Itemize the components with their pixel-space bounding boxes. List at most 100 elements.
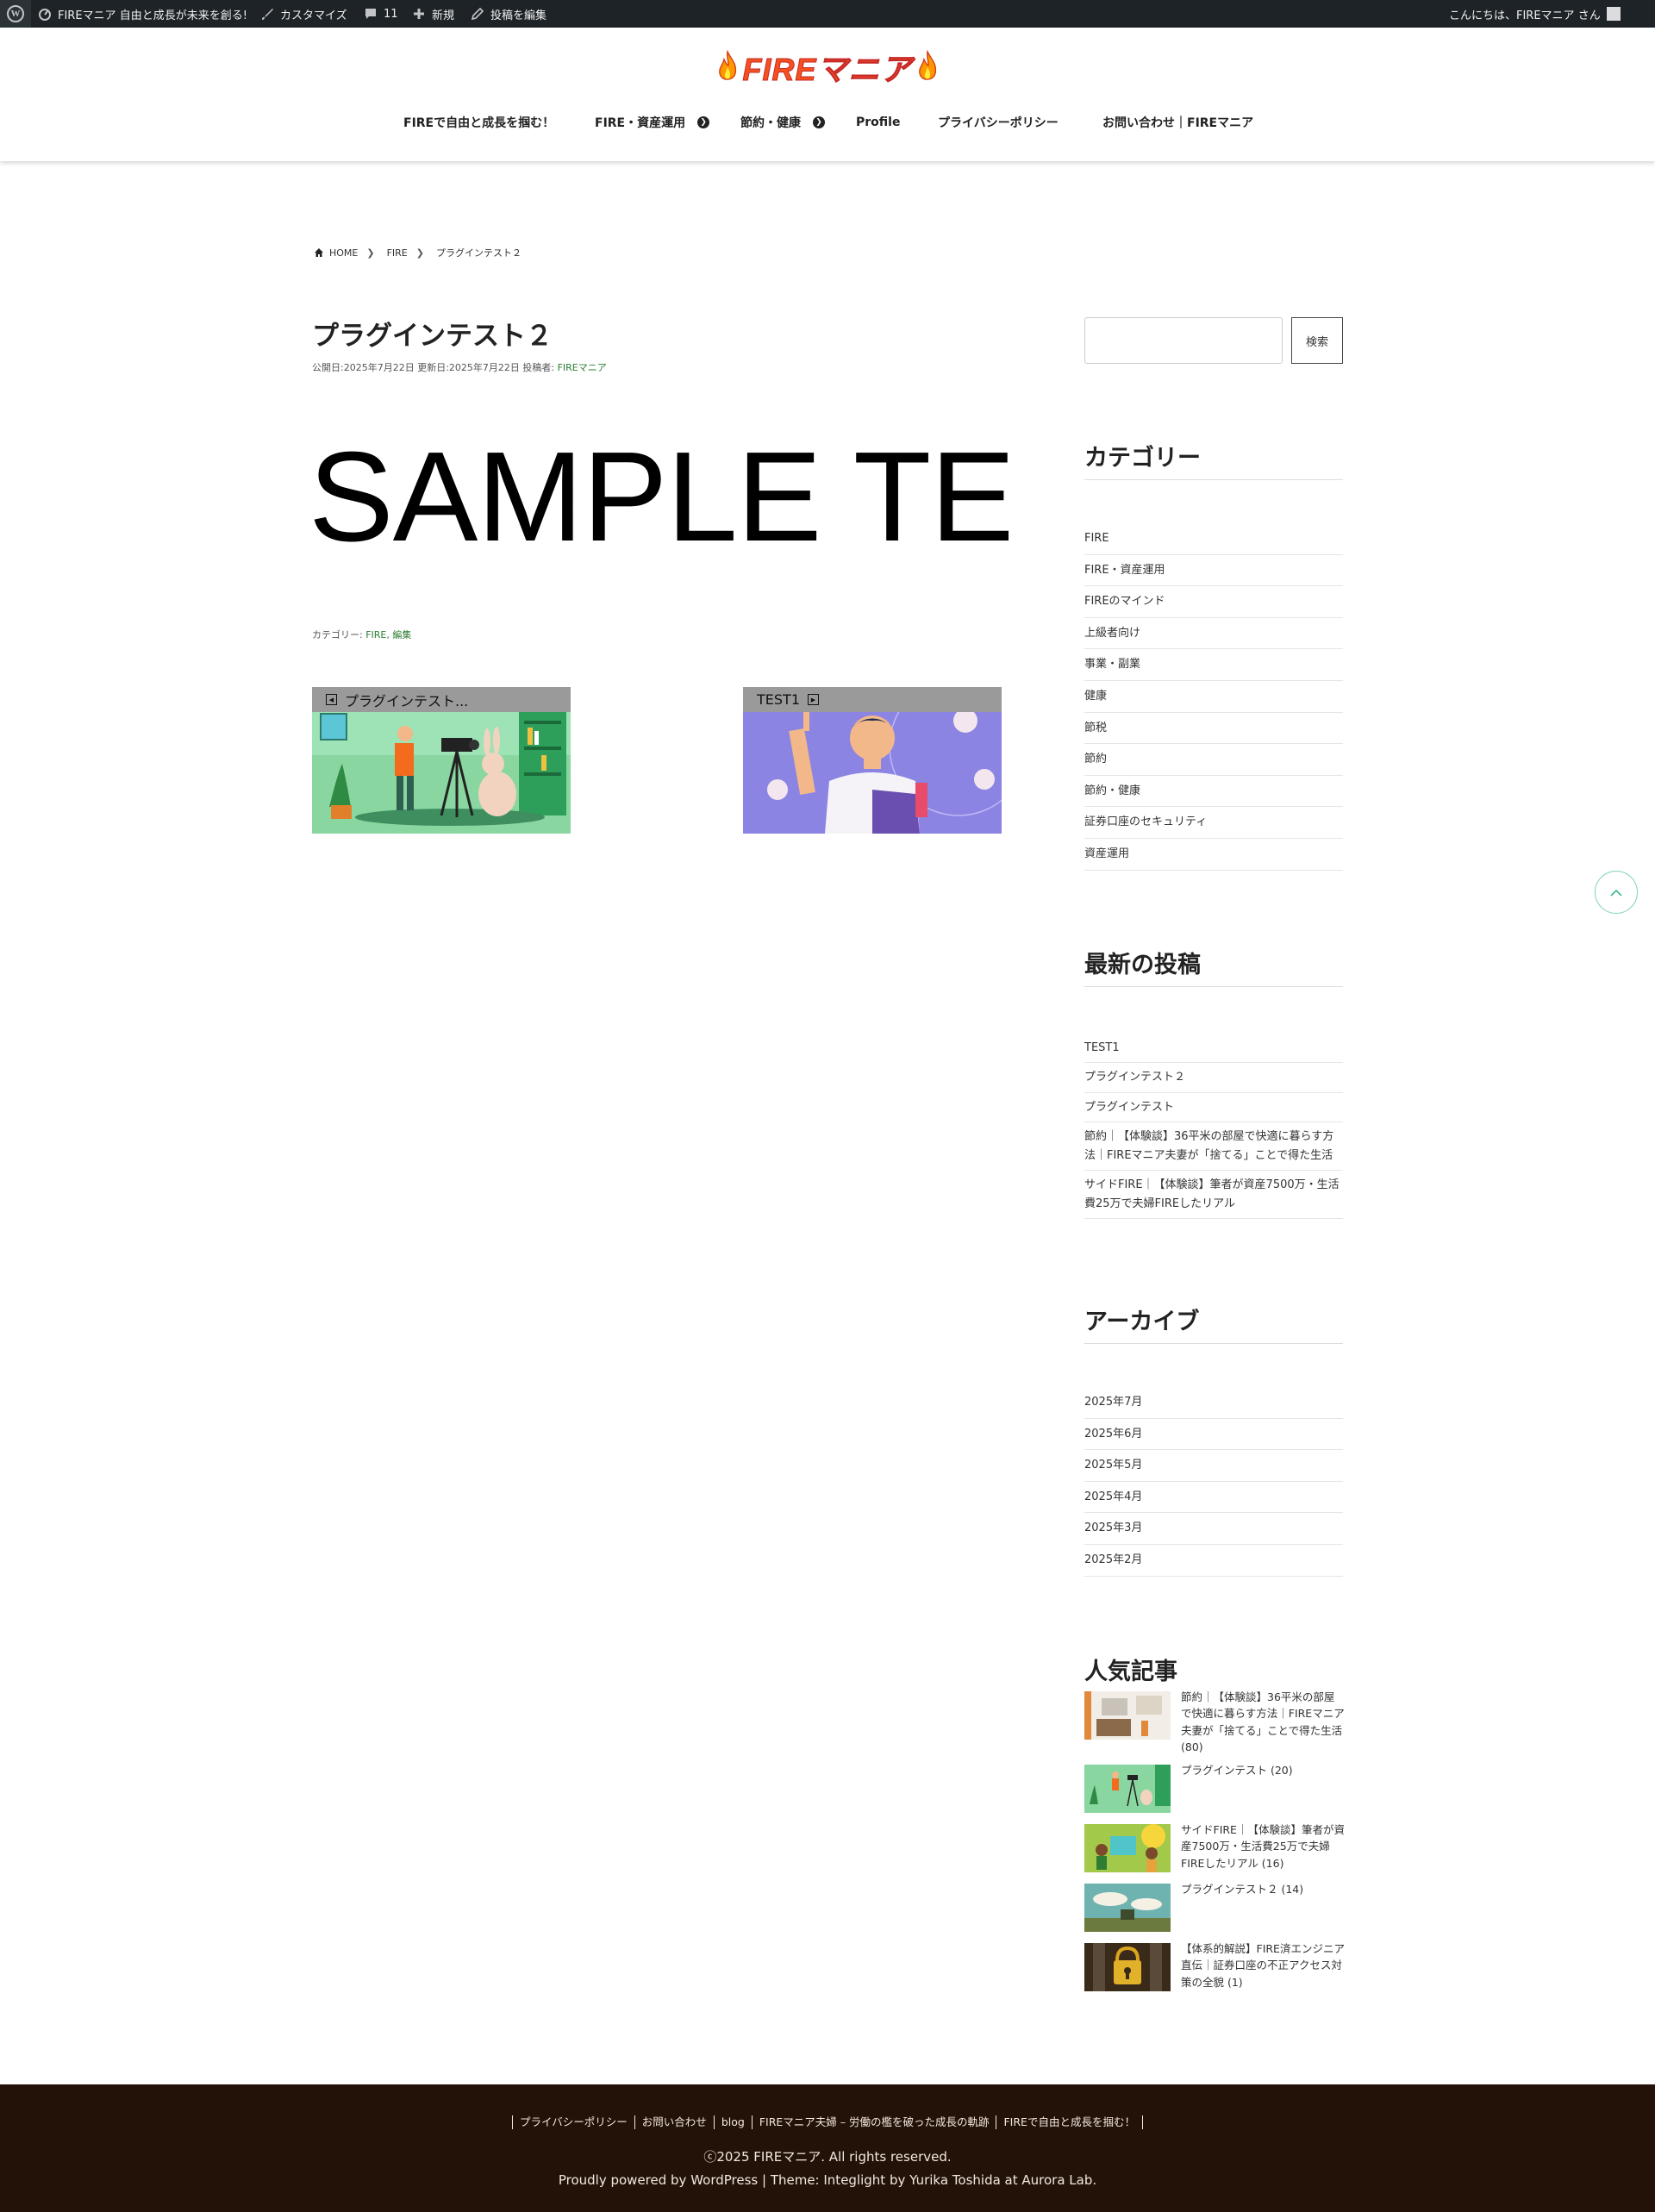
category-item[interactable]: 節約 bbox=[1084, 744, 1343, 776]
popular-post-item[interactable]: プラグインテスト２ (14) bbox=[1084, 1881, 1343, 1933]
popular-post-title: プラグインテスト (20) bbox=[1181, 1764, 1293, 1777]
nav-item-label: Profile bbox=[856, 116, 901, 129]
nav-item-label: お問い合わせ｜FIREマニア bbox=[1102, 116, 1254, 130]
wordpress-logo-icon[interactable]: W bbox=[0, 0, 31, 28]
breadcrumb-category[interactable]: FIRE bbox=[387, 247, 408, 259]
admin-site-name[interactable]: FIREマニア 自由と成長が未来を創る! bbox=[38, 0, 247, 28]
nav-item-privacy[interactable]: プライバシーポリシー bbox=[938, 107, 1059, 138]
admin-edit-post[interactable]: 投稿を編集 bbox=[471, 0, 546, 28]
category-item[interactable]: FIRE・資産運用 bbox=[1084, 555, 1343, 587]
category-item[interactable]: FIRE bbox=[1084, 523, 1343, 555]
post-categories-label: カテゴリー: bbox=[312, 629, 366, 640]
footer-link[interactable]: プライバシーポリシー bbox=[512, 2115, 634, 2129]
nav-item-saving-health[interactable]: 節約・健康 ❯ bbox=[740, 107, 825, 138]
breadcrumb-home[interactable]: HOME bbox=[329, 247, 358, 259]
chevron-right-icon[interactable]: ❯ bbox=[697, 116, 710, 128]
nav-item-fire-asset[interactable]: FIRE・資産運用 ❯ bbox=[595, 107, 710, 138]
category-item[interactable]: 上級者向け bbox=[1084, 618, 1343, 650]
recent-posts-list: TEST1 プラグインテスト２ プラグインテスト 節約｜【体験談】36平米の部屋… bbox=[1084, 1034, 1343, 1220]
post-categories-links[interactable]: FIRE, 編集 bbox=[365, 629, 411, 640]
recent-post-item[interactable]: プラグインテスト２ bbox=[1084, 1063, 1343, 1093]
prev-post-header: ◀ プラグインテスト... bbox=[312, 687, 571, 712]
popular-widget-title: 人気記事 bbox=[1084, 1659, 1177, 1685]
nav-item-label: FIRE・資産運用 bbox=[595, 116, 686, 130]
nav-item-fire-freedom[interactable]: FIREで自由と成長を掴む！ bbox=[403, 107, 554, 138]
footer-link[interactable]: blog bbox=[713, 2115, 752, 2129]
scroll-to-top-button[interactable] bbox=[1595, 871, 1638, 914]
footer-link[interactable]: FIREマニア夫婦 – 労働の檻を破った成長の軌跡 bbox=[751, 2115, 996, 2129]
recent-post-item[interactable]: プラグインテスト bbox=[1084, 1093, 1343, 1123]
post-title: プラグインテスト２ bbox=[312, 321, 553, 352]
category-item[interactable]: 資産運用 bbox=[1084, 839, 1343, 871]
brush-icon bbox=[262, 9, 273, 20]
archive-list: 2025年7月 2025年6月 2025年5月 2025年4月 2025年3月 … bbox=[1084, 1387, 1343, 1577]
category-item[interactable]: 節税 bbox=[1084, 713, 1343, 745]
category-item[interactable]: 証券口座のセキュリティ bbox=[1084, 807, 1343, 839]
admin-customize[interactable]: カスタマイズ bbox=[260, 0, 347, 28]
search-button[interactable]: 検索 bbox=[1291, 317, 1343, 364]
site-footer: プライバシーポリシー お問い合わせ blog FIREマニア夫婦 – 労働の檻を… bbox=[0, 2084, 1655, 2212]
popular-post-thumbnail bbox=[1084, 1765, 1171, 1813]
post-author-link[interactable]: FIREマニア bbox=[558, 362, 607, 373]
nav-item-contact[interactable]: お問い合わせ｜FIREマニア bbox=[1102, 107, 1253, 138]
categories-list: FIRE FIRE・資産運用 FIREのマインド 上級者向け 事業・副業 健康 … bbox=[1084, 523, 1343, 871]
admin-site-name-label: FIREマニア 自由と成長が未来を創る! bbox=[58, 9, 247, 22]
popular-post-thumbnail bbox=[1084, 1824, 1171, 1872]
popular-post-item[interactable]: 節約｜【体験談】36平米の部屋で快適に暮らす方法｜FIREマニア夫妻が「捨てる」… bbox=[1084, 1689, 1345, 1753]
archive-item[interactable]: 2025年5月 bbox=[1084, 1450, 1343, 1482]
popular-post-thumbnail bbox=[1084, 1884, 1171, 1932]
nav-item-profile[interactable]: Profile bbox=[856, 107, 900, 138]
breadcrumb: HOME ❯ FIRE ❯ プラグインテスト２ bbox=[314, 245, 521, 260]
archive-item[interactable]: 2025年6月 bbox=[1084, 1419, 1343, 1451]
admin-new[interactable]: 新規 bbox=[412, 0, 454, 28]
admin-greeting: こんにちは、FIREマニア さん bbox=[1449, 9, 1601, 22]
logo-text: FIREマニア bbox=[742, 52, 913, 88]
admin-customize-label: カスタマイズ bbox=[280, 9, 347, 22]
popular-post-item[interactable]: 【体系的解説】FIRE済エンジニア直伝｜証券口座の不正アクセス対策の全貌 (1) bbox=[1084, 1940, 1345, 1992]
popular-post-item[interactable]: プラグインテスト (20) bbox=[1084, 1762, 1343, 1814]
archive-item[interactable]: 2025年2月 bbox=[1084, 1545, 1343, 1577]
chevron-up-icon bbox=[1610, 889, 1622, 897]
breadcrumb-current: プラグインテスト２ bbox=[435, 247, 521, 259]
recent-post-item[interactable]: サイドFIRE｜【体験談】筆者が資産7500万・生活費25万で夫婦FIREしたリ… bbox=[1084, 1171, 1343, 1220]
recent-posts-widget-title: 最新の投稿 bbox=[1084, 946, 1343, 987]
category-item[interactable]: 健康 bbox=[1084, 681, 1343, 713]
popular-post-thumbnail bbox=[1084, 1943, 1171, 1991]
admin-account[interactable]: こんにちは、FIREマニア さん bbox=[1449, 0, 1621, 28]
home-icon bbox=[315, 248, 323, 257]
footer-nav: プライバシーポリシー お問い合わせ blog FIREマニア夫婦 – 労働の檻を… bbox=[0, 2115, 1655, 2129]
prev-post-title: プラグインテスト... bbox=[345, 692, 469, 709]
comment-icon bbox=[365, 9, 376, 19]
next-post-thumbnail bbox=[743, 712, 1002, 834]
post-meta: 公開日:2025年7月22日 更新日:2025年7月22日 投稿者: FIREマ… bbox=[312, 360, 607, 374]
recent-post-item[interactable]: 節約｜【体験談】36平米の部屋で快適に暮らす方法｜FIREマニア夫妻が「捨てる」… bbox=[1084, 1122, 1343, 1172]
admin-comments[interactable]: 11 bbox=[364, 0, 398, 28]
popular-post-title: 節約｜【体験談】36平米の部屋で快適に暮らす方法｜FIREマニア夫妻が「捨てる」… bbox=[1181, 1690, 1345, 1754]
category-item[interactable]: FIREのマインド bbox=[1084, 586, 1343, 618]
popular-post-title: サイドFIRE｜【体験談】筆者が資産7500万・生活費25万で夫婦FIREしたリ… bbox=[1181, 1823, 1345, 1870]
powered-by: Proudly powered by WordPress | Theme: In… bbox=[558, 2172, 1097, 2188]
archive-item[interactable]: 2025年3月 bbox=[1084, 1513, 1343, 1545]
recent-post-item[interactable]: TEST1 bbox=[1084, 1034, 1343, 1064]
archive-item[interactable]: 2025年7月 bbox=[1084, 1387, 1343, 1419]
popular-post-title: プラグインテスト２ (14) bbox=[1181, 1883, 1304, 1896]
footer-link[interactable]: FIREで自由と成長を掴む！ bbox=[996, 2115, 1143, 2129]
flame-icon bbox=[719, 50, 737, 80]
category-item[interactable]: 事業・副業 bbox=[1084, 649, 1343, 681]
chevron-right-icon[interactable]: ❯ bbox=[813, 116, 825, 128]
global-nav: FIREで自由と成長を掴む！ FIRE・資産運用 ❯ 節約・健康 ❯ Profile… bbox=[0, 107, 1655, 138]
nav-item-label: プライバシーポリシー bbox=[938, 116, 1059, 130]
popular-post-title: 【体系的解説】FIRE済エンジニア直伝｜証券口座の不正アクセス対策の全貌 (1) bbox=[1181, 1942, 1345, 1989]
prev-post-link[interactable]: ◀ プラグインテスト... bbox=[312, 687, 571, 834]
categories-widget-title: カテゴリー bbox=[1084, 439, 1343, 480]
popular-post-thumbnail bbox=[1084, 1691, 1171, 1740]
nav-item-label: FIREで自由と成長を掴む！ bbox=[403, 116, 555, 130]
site-logo[interactable]: FIREマニア bbox=[715, 43, 940, 91]
footer-link[interactable]: お問い合わせ bbox=[634, 2115, 714, 2129]
next-post-link[interactable]: TEST1 ▶ bbox=[743, 687, 1002, 834]
popular-post-item[interactable]: サイドFIRE｜【体験談】筆者が資産7500万・生活費25万で夫婦FIREしたリ… bbox=[1084, 1821, 1345, 1873]
search-input[interactable] bbox=[1084, 317, 1283, 364]
category-item[interactable]: 節約・健康 bbox=[1084, 776, 1343, 808]
chevron-right-icon: ❯ bbox=[415, 247, 424, 259]
archive-item[interactable]: 2025年4月 bbox=[1084, 1482, 1343, 1514]
